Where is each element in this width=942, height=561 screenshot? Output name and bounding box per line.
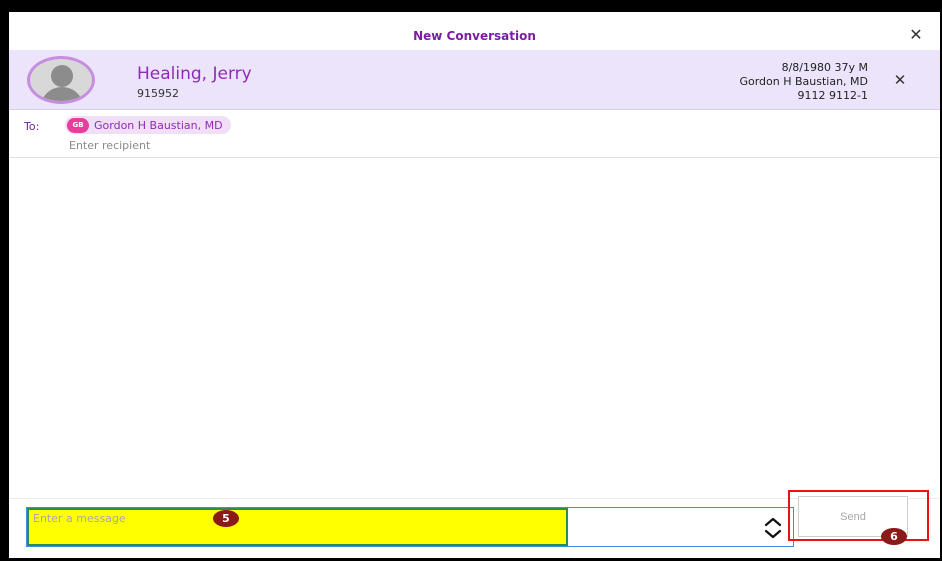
recipient-area: To: GB Gordon H Baustian, MD: [9, 110, 940, 158]
annotation-badge-5: 5: [213, 510, 239, 527]
message-input[interactable]: [33, 508, 563, 528]
patient-dob-age-sex: 8/8/1980 37y M: [781, 61, 868, 74]
patient-name: Healing, Jerry: [137, 64, 252, 84]
message-history: [9, 159, 940, 496]
expand-collapse-icon[interactable]: [761, 515, 785, 541]
title-bar: New Conversation ✕: [9, 21, 940, 51]
window-title: New Conversation: [413, 28, 536, 43]
recipient-initials: GB: [67, 117, 89, 133]
message-box[interactable]: [26, 507, 794, 547]
patient-banner: Healing, Jerry 915952 8/8/1980 37y M Gor…: [9, 50, 940, 110]
avatar-head: [51, 65, 73, 87]
new-conversation-window: New Conversation ✕ Healing, Jerry 915952…: [9, 12, 940, 558]
recipient-input[interactable]: [69, 137, 469, 153]
remove-patient-icon[interactable]: ✕: [890, 70, 910, 90]
recipient-name: Gordon H Baustian, MD: [94, 118, 223, 132]
patient-info: 8/8/1980 37y M Gordon H Baustian, MD 911…: [638, 61, 868, 103]
recipient-chip[interactable]: GB Gordon H Baustian, MD: [65, 116, 231, 134]
patient-avatar: [27, 56, 95, 104]
patient-account: 9112 9112-1: [797, 89, 868, 102]
patient-id: 915952: [137, 87, 179, 100]
to-label: To:: [24, 120, 40, 133]
annotation-badge-6: 6: [881, 528, 907, 545]
avatar-body: [40, 87, 84, 101]
close-icon[interactable]: ✕: [906, 25, 926, 45]
patient-provider: Gordon H Baustian, MD: [739, 75, 868, 88]
